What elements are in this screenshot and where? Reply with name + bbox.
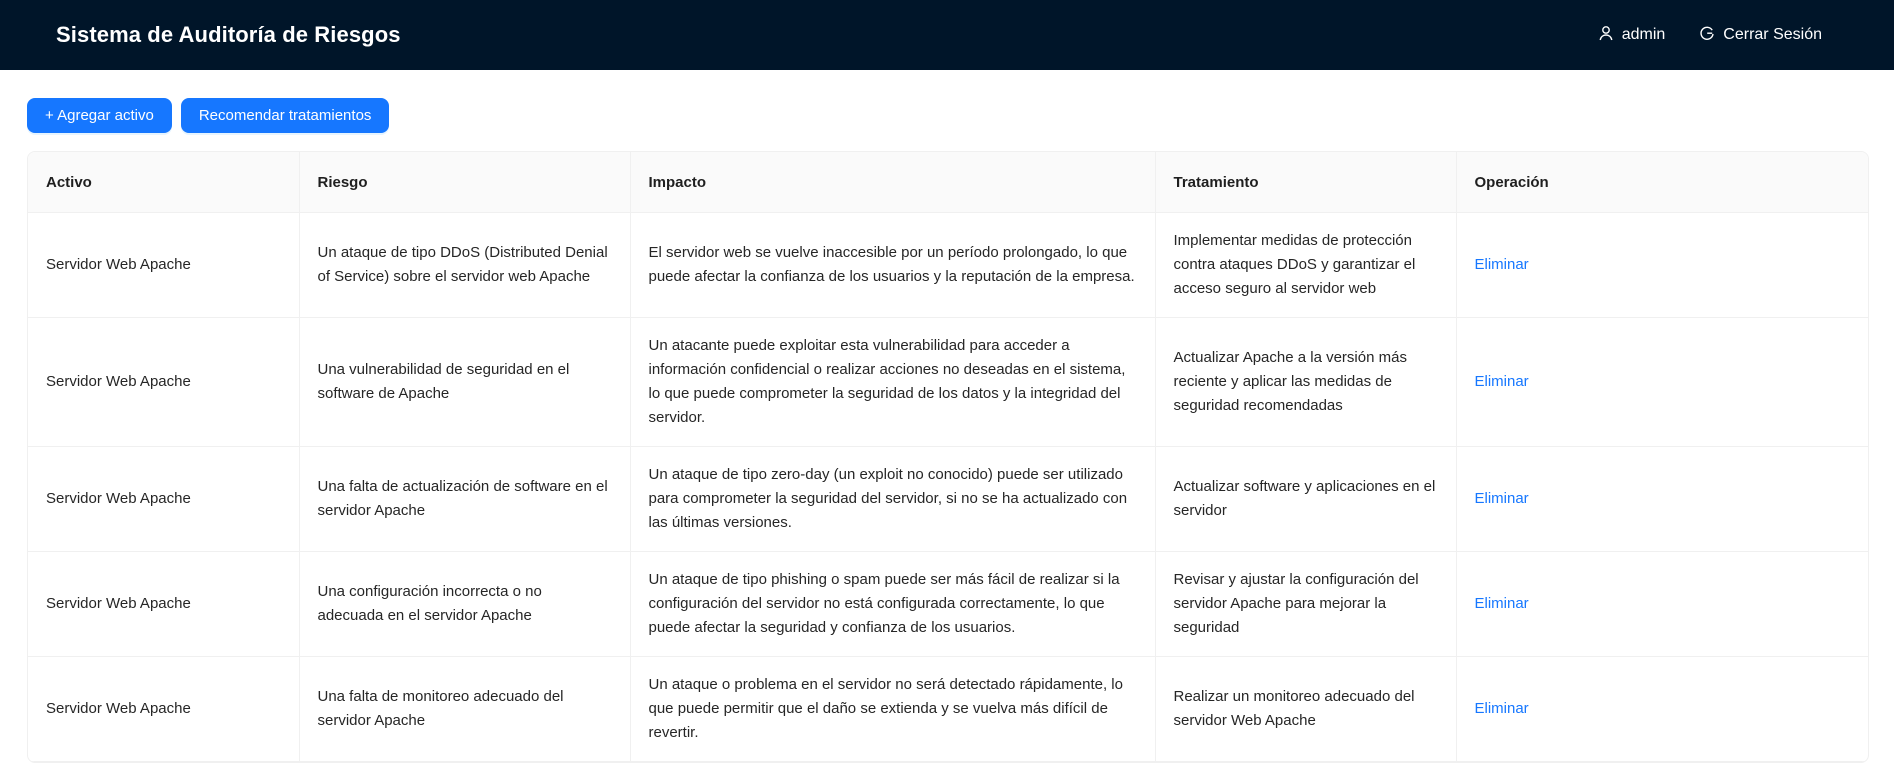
delete-link[interactable]: Eliminar <box>1475 373 1529 390</box>
logout-icon <box>1699 25 1715 46</box>
column-header-activo: Activo <box>28 152 300 213</box>
risk-table: Activo Riesgo Impacto Tratamiento Operac… <box>27 151 1869 763</box>
cell-activo: Servidor Web Apache <box>28 446 300 552</box>
cell-riesgo: Una vulnerabilidad de seguridad en el so… <box>299 317 631 447</box>
cell-riesgo: Una configuración incorrecta o no adecua… <box>299 551 631 657</box>
cell-tratamiento: Realizar un monitoreo adecuado del servi… <box>1155 656 1457 762</box>
cell-operacion: Eliminar <box>1456 551 1868 657</box>
delete-link[interactable]: Eliminar <box>1475 700 1529 717</box>
cell-impacto: Un atacante puede exploitar esta vulnera… <box>630 317 1156 447</box>
recommend-treatments-button[interactable]: Recomendar tratamientos <box>180 98 390 133</box>
cell-tratamiento: Revisar y ajustar la configuración del s… <box>1155 551 1457 657</box>
cell-operacion: Eliminar <box>1456 317 1868 447</box>
table-row: Servidor Web Apache Un ataque de tipo DD… <box>28 212 1868 318</box>
cell-tratamiento: Actualizar Apache a la versión más recie… <box>1155 317 1457 447</box>
cell-riesgo: Un ataque de tipo DDoS (Distributed Deni… <box>299 212 631 318</box>
main-content: + Agregar activo Recomendar tratamientos… <box>0 70 1894 763</box>
column-header-operacion: Operación <box>1456 152 1868 213</box>
user-name: admin <box>1621 26 1666 43</box>
cell-activo: Servidor Web Apache <box>28 212 300 318</box>
toolbar: + Agregar activo Recomendar tratamientos <box>27 98 1867 133</box>
cell-activo: Servidor Web Apache <box>28 551 300 657</box>
user-icon <box>1598 25 1614 46</box>
delete-link[interactable]: Eliminar <box>1475 256 1529 273</box>
cell-riesgo: Una falta de monitoreo adecuado del serv… <box>299 656 631 762</box>
table-row: Servidor Web Apache Una vulnerabilidad d… <box>28 317 1868 447</box>
column-header-tratamiento: Tratamiento <box>1155 152 1457 213</box>
header-actions: admin Cerrar Sesión <box>1598 25 1822 46</box>
cell-activo: Servidor Web Apache <box>28 317 300 447</box>
cell-riesgo: Una falta de actualización de software e… <box>299 446 631 552</box>
cell-activo: Servidor Web Apache <box>28 656 300 762</box>
delete-link[interactable]: Eliminar <box>1475 595 1529 612</box>
column-header-riesgo: Riesgo <box>299 152 631 213</box>
table-row: Servidor Web Apache Una falta de actuali… <box>28 446 1868 552</box>
table-row: Servidor Web Apache Una configuración in… <box>28 551 1868 657</box>
cell-operacion: Eliminar <box>1456 446 1868 552</box>
add-asset-button[interactable]: + Agregar activo <box>27 98 172 133</box>
column-header-impacto: Impacto <box>630 152 1156 213</box>
top-header: Sistema de Auditoría de Riesgos admin Ce… <box>0 0 1894 70</box>
table-row: Servidor Web Apache Una falta de monitor… <box>28 656 1868 762</box>
logout-label: Cerrar Sesión <box>1723 26 1822 43</box>
app-title: Sistema de Auditoría de Riesgos <box>56 22 401 47</box>
delete-link[interactable]: Eliminar <box>1475 490 1529 507</box>
cell-operacion: Eliminar <box>1456 656 1868 762</box>
cell-impacto: Un ataque de tipo zero-day (un exploit n… <box>630 446 1156 552</box>
cell-tratamiento: Implementar medidas de protección contra… <box>1155 212 1457 318</box>
table-header-row: Activo Riesgo Impacto Tratamiento Operac… <box>28 152 1868 213</box>
cell-operacion: Eliminar <box>1456 212 1868 318</box>
cell-impacto: Un ataque o problema en el servidor no s… <box>630 656 1156 762</box>
logout-button[interactable]: Cerrar Sesión <box>1699 25 1822 46</box>
cell-impacto: Un ataque de tipo phishing o spam puede … <box>630 551 1156 657</box>
user-menu[interactable]: admin <box>1598 25 1666 46</box>
cell-tratamiento: Actualizar software y aplicaciones en el… <box>1155 446 1457 552</box>
cell-impacto: El servidor web se vuelve inaccesible po… <box>630 212 1156 318</box>
